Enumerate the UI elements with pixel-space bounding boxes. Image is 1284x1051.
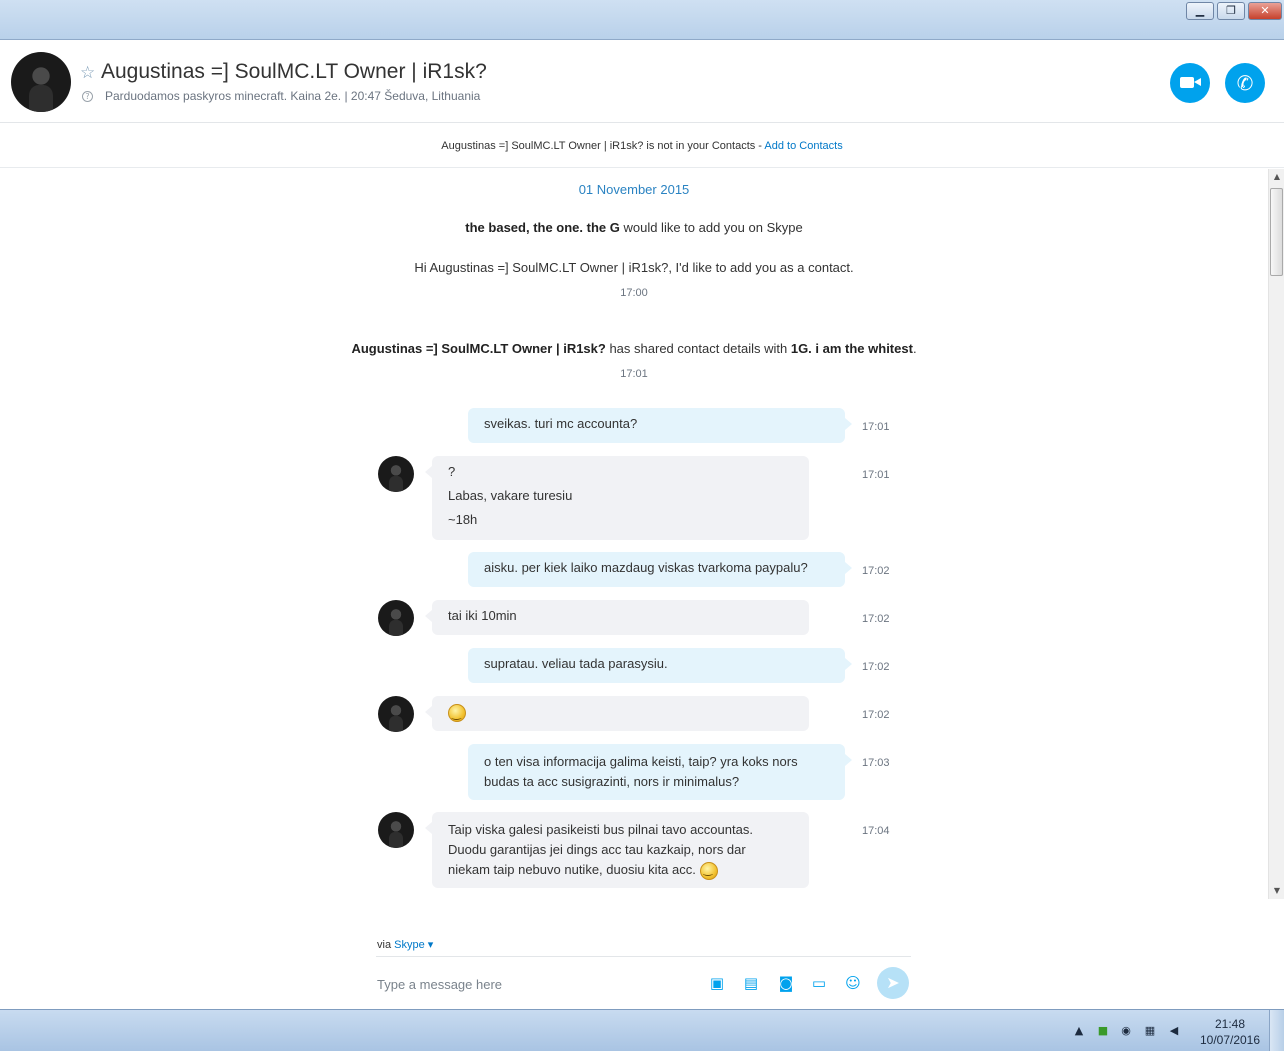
smiley-icon bbox=[699, 860, 718, 880]
emoticon-icon[interactable]: ☺ bbox=[843, 974, 863, 992]
send-arrow-icon: ➤ bbox=[886, 973, 900, 992]
message-timestamp: 17:01 bbox=[862, 469, 890, 481]
smiley-icon bbox=[448, 702, 466, 726]
composer-divider bbox=[376, 956, 911, 957]
sender-avatar[interactable] bbox=[378, 456, 414, 492]
message-timestamp: 17:04 bbox=[862, 825, 890, 837]
message-bubble-incoming[interactable]: ? Labas, vakare turesiu ~18h bbox=[425, 456, 809, 540]
send-file-icon[interactable]: ▤ bbox=[741, 974, 761, 992]
conversation-header: ☆ Augustinas =] SoulMC.LT Owner | iR1sk?… bbox=[0, 41, 1284, 123]
contact-request-message: Hi Augustinas =] SoulMC.LT Owner | iR1sk… bbox=[414, 260, 854, 275]
contact-name[interactable]: Augustinas =] SoulMC.LT Owner | iR1sk? bbox=[101, 60, 487, 84]
not-in-contacts-notice: Augustinas =] SoulMC.LT Owner | iR1sk? i… bbox=[0, 124, 1284, 168]
audio-call-button[interactable]: ✆ bbox=[1225, 63, 1265, 103]
add-to-contacts-link[interactable]: Add to Contacts bbox=[764, 140, 842, 152]
contact-request-notice: the based, the one. the G would like to … bbox=[465, 220, 803, 235]
video-camera-icon bbox=[1180, 77, 1194, 88]
date-divider: 01 November 2015 bbox=[578, 182, 690, 197]
message-timestamp: 17:02 bbox=[862, 613, 890, 625]
sender-avatar[interactable] bbox=[378, 696, 414, 732]
conversation-scrollbar[interactable]: ▲ ▼ bbox=[1268, 169, 1284, 899]
minimize-button[interactable]: ▁ bbox=[1186, 2, 1214, 20]
message-bubble-outgoing[interactable]: supratau. veliau tada parasysiu. bbox=[468, 648, 852, 683]
message-timestamp: 17:02 bbox=[862, 661, 890, 673]
send-button[interactable]: ➤ bbox=[877, 967, 909, 999]
contact-status: Parduodamos paskyros minecraft. Kaina 2e… bbox=[105, 89, 481, 103]
send-via-selector[interactable]: via Skype ▾ bbox=[377, 938, 433, 951]
message-timestamp: 17:01 bbox=[862, 421, 890, 433]
message-bubble-outgoing[interactable]: aisku. per kiek laiko mazdaug viskas tva… bbox=[468, 552, 852, 587]
sender-avatar[interactable] bbox=[378, 812, 414, 848]
video-message-icon[interactable]: ◙ bbox=[774, 974, 798, 992]
star-icon[interactable]: ☆ bbox=[80, 63, 95, 83]
close-button[interactable]: ✕ bbox=[1248, 2, 1282, 20]
share-media-icon[interactable]: ▣ bbox=[707, 974, 727, 992]
window-titlebar: ▁ ❐ ✕ bbox=[0, 0, 1284, 40]
event-timestamp: 17:00 bbox=[620, 287, 648, 299]
show-desktop-button[interactable] bbox=[1269, 1010, 1284, 1051]
requester-name: the based, the one. the G bbox=[465, 220, 620, 235]
clock-time[interactable]: 21:48 bbox=[1200, 1017, 1260, 1031]
message-timestamp: 17:03 bbox=[862, 757, 890, 769]
shared-contact-notice: Augustinas =] SoulMC.LT Owner | iR1sk? h… bbox=[351, 341, 917, 356]
via-service[interactable]: Skype bbox=[394, 939, 425, 951]
video-call-button[interactable] bbox=[1170, 63, 1210, 103]
event-timestamp: 17:01 bbox=[620, 368, 648, 380]
message-bubble-outgoing[interactable]: o ten visa informacija galima keisti, ta… bbox=[468, 744, 852, 800]
steam-icon[interactable]: ◉ bbox=[1118, 1023, 1134, 1039]
sender-avatar[interactable] bbox=[378, 600, 414, 636]
show-hidden-icons-icon[interactable]: ▲ bbox=[1071, 1023, 1087, 1039]
network-icon[interactable]: ▦ bbox=[1142, 1023, 1158, 1039]
windows-taskbar: ▲ ■ ◉ ▦ ◀ 21:48 10/07/2016 bbox=[0, 1009, 1284, 1051]
message-timestamp: 17:02 bbox=[862, 565, 890, 577]
message-bubble-incoming[interactable]: Taip viska galesi pasikeisti bus pilnai … bbox=[425, 812, 809, 888]
notice-text: Augustinas =] SoulMC.LT Owner | iR1sk? i… bbox=[441, 140, 765, 152]
scroll-up-arrow-icon[interactable]: ▲ bbox=[1269, 169, 1284, 185]
mood-info-icon: ? bbox=[82, 91, 93, 102]
conversation-history[interactable]: 01 November 2015 the based, the one. the… bbox=[0, 169, 1268, 899]
chevron-down-icon: ▾ bbox=[424, 939, 434, 951]
clock-date[interactable]: 10/07/2016 bbox=[1196, 1033, 1264, 1047]
send-contact-icon[interactable]: ▭ bbox=[809, 974, 829, 992]
message-bubble-incoming[interactable]: tai iki 10min bbox=[425, 600, 809, 635]
message-timestamp: 17:02 bbox=[862, 709, 890, 721]
maximize-button[interactable]: ❐ bbox=[1217, 2, 1245, 20]
message-bubble-outgoing[interactable]: sveikas. turi mc accounta? bbox=[468, 408, 852, 443]
security-shield-icon[interactable]: ■ bbox=[1095, 1023, 1111, 1039]
volume-icon[interactable]: ◀ bbox=[1166, 1023, 1182, 1039]
phone-icon: ✆ bbox=[1236, 71, 1254, 95]
message-bubble-incoming[interactable] bbox=[425, 696, 809, 731]
message-input[interactable] bbox=[377, 972, 687, 996]
contact-avatar[interactable] bbox=[11, 52, 71, 112]
scroll-thumb[interactable] bbox=[1270, 188, 1283, 276]
scroll-down-arrow-icon[interactable]: ▼ bbox=[1269, 883, 1284, 899]
